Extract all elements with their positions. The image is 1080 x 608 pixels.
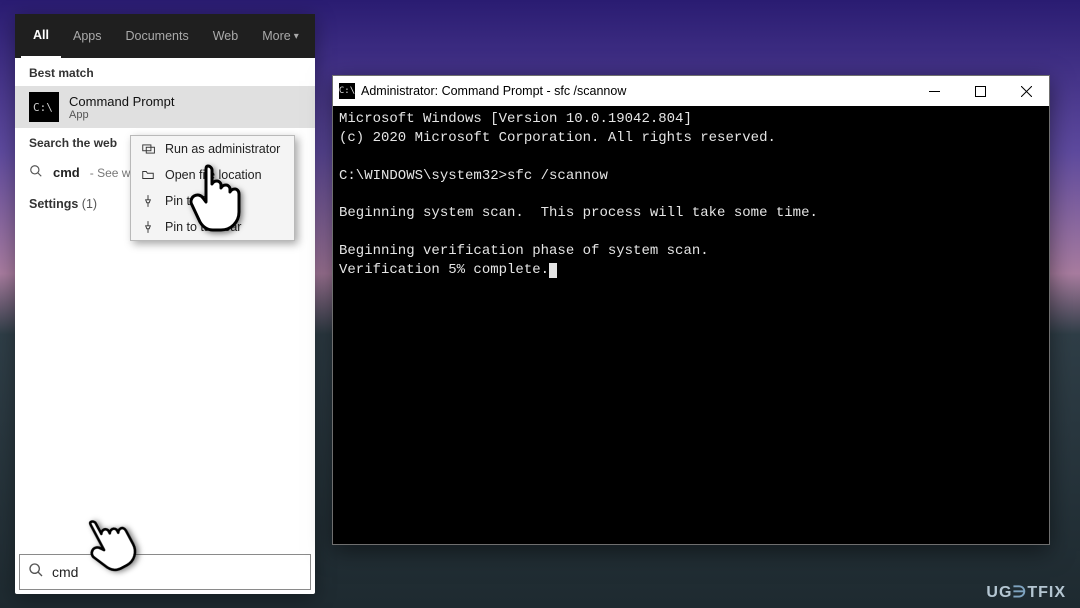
- cursor-icon: [549, 263, 557, 278]
- cmd-title-icon: C:\: [339, 83, 355, 99]
- best-match-subtitle: App: [69, 109, 174, 121]
- watermark-mid: ∋: [1012, 584, 1027, 601]
- tab-apps[interactable]: Apps: [61, 14, 114, 58]
- best-match-text: Command Prompt App: [69, 94, 174, 121]
- watermark-pre: UG: [986, 584, 1012, 601]
- search-input[interactable]: [52, 564, 302, 580]
- console-line: C:\WINDOWS\system32>sfc /scannow: [339, 168, 608, 184]
- titlebar-left: C:\ Administrator: Command Prompt - sfc …: [339, 83, 626, 99]
- search-web-query: cmd: [53, 165, 80, 180]
- pin-icon: [141, 220, 155, 234]
- tab-more-label: More: [262, 29, 290, 43]
- search-web-hint: - See w: [90, 166, 131, 180]
- search-box[interactable]: [19, 554, 311, 590]
- tab-documents[interactable]: Documents: [113, 14, 200, 58]
- console-line: Beginning system scan. This process will…: [339, 205, 818, 221]
- search-icon: [28, 562, 44, 583]
- maximize-button[interactable]: [957, 76, 1003, 106]
- menu-run-as-administrator[interactable]: Run as administrator: [131, 136, 294, 162]
- watermark-post: TFIX: [1027, 584, 1066, 601]
- settings-label: Settings: [29, 197, 78, 211]
- folder-icon: [141, 168, 155, 182]
- best-match-command-prompt[interactable]: C:\ Command Prompt App: [15, 86, 315, 128]
- console-line: (c) 2020 Microsoft Corporation. All righ…: [339, 130, 776, 146]
- console-line: Beginning verification phase of system s…: [339, 243, 709, 259]
- console-line: Microsoft Windows [Version 10.0.19042.80…: [339, 111, 692, 127]
- search-web-left: cmd - See w: [29, 164, 130, 181]
- pin-icon: [141, 194, 155, 208]
- best-match-label: Best match: [15, 58, 315, 86]
- search-tabs: All Apps Documents Web More ▾: [15, 14, 315, 58]
- console-line: Verification 5% complete.: [339, 262, 549, 278]
- command-prompt-icon: C:\: [29, 92, 59, 122]
- search-icon: [29, 164, 43, 181]
- command-prompt-window: C:\ Administrator: Command Prompt - sfc …: [332, 75, 1050, 545]
- tab-all[interactable]: All: [21, 14, 61, 58]
- minimize-button[interactable]: [911, 76, 957, 106]
- console-output[interactable]: Microsoft Windows [Version 10.0.19042.80…: [333, 106, 1049, 544]
- tab-more[interactable]: More ▾: [250, 14, 311, 58]
- panel-filler: [15, 219, 315, 550]
- hand-pointer-icon: [188, 160, 246, 232]
- menu-run-admin-label: Run as administrator: [165, 142, 280, 156]
- chevron-down-icon: ▾: [294, 31, 299, 42]
- window-controls: [911, 76, 1049, 106]
- watermark: UG∋TFIX: [986, 582, 1066, 602]
- best-match-title: Command Prompt: [69, 94, 174, 109]
- window-title: Administrator: Command Prompt - sfc /sca…: [361, 84, 626, 98]
- settings-count: (1): [82, 197, 97, 211]
- windows-search-panel: All Apps Documents Web More ▾ Best match…: [15, 14, 315, 594]
- close-button[interactable]: [1003, 76, 1049, 106]
- titlebar[interactable]: C:\ Administrator: Command Prompt - sfc …: [333, 76, 1049, 106]
- admin-icon: [141, 142, 155, 156]
- tab-web[interactable]: Web: [201, 14, 250, 58]
